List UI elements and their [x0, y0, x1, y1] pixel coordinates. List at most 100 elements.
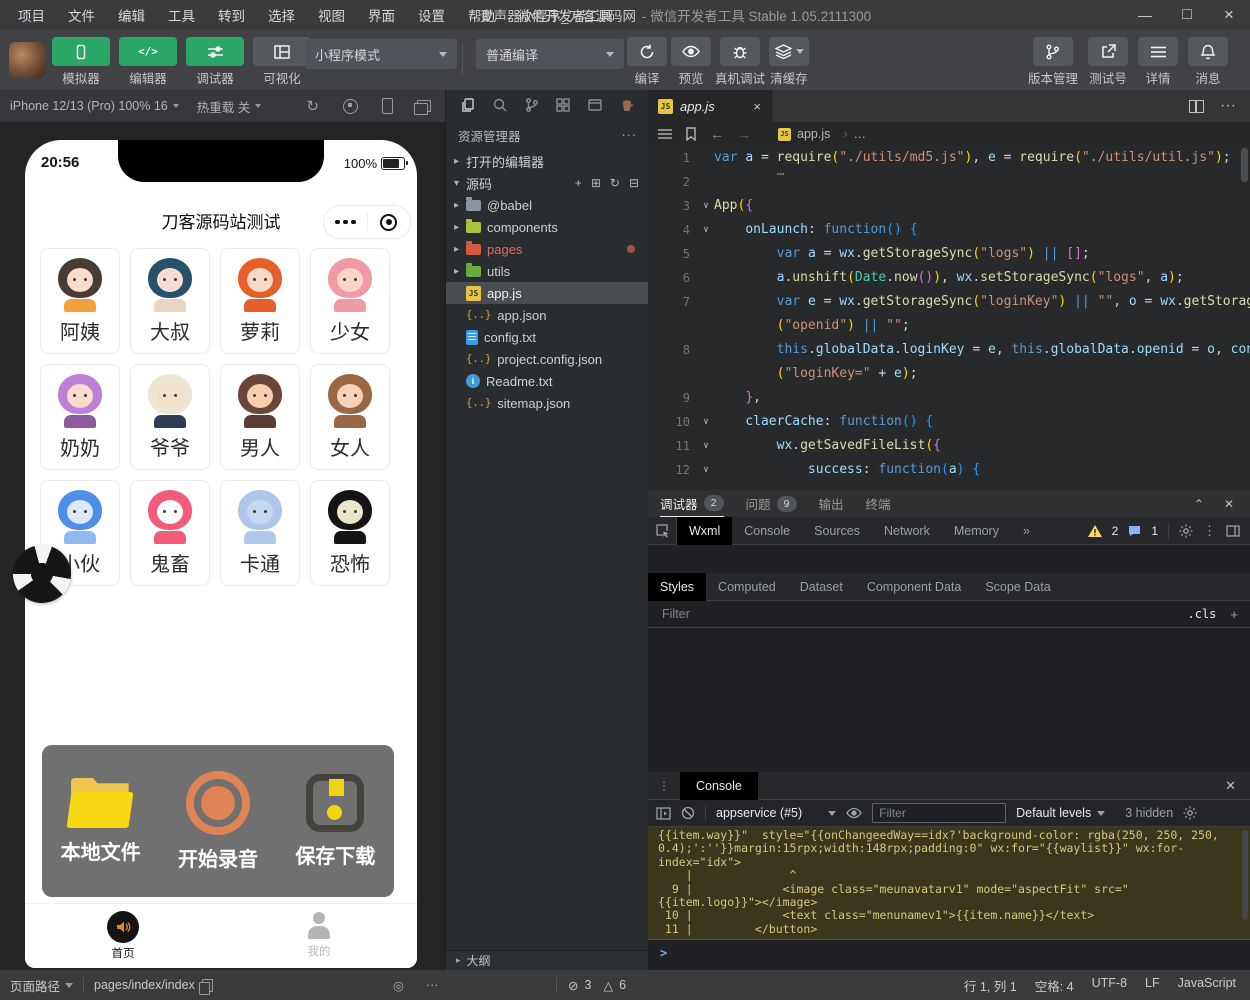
console-prompt[interactable]: >	[648, 940, 1250, 960]
tab-我的[interactable]: 我的	[221, 904, 417, 968]
new-file-icon[interactable]: +	[575, 176, 582, 190]
console-sidebar-icon[interactable]	[656, 806, 671, 820]
search-icon[interactable]	[492, 97, 508, 113]
split-editor-icon[interactable]	[1189, 99, 1205, 113]
mode-select[interactable]: 小程序模式	[305, 39, 457, 69]
source-control-icon[interactable]	[524, 97, 540, 113]
add-style-icon[interactable]: +	[1230, 607, 1238, 622]
compile-select[interactable]: 普通编译	[476, 39, 624, 69]
console-output[interactable]: {{item.way}}" style="{{onChangeedWay==id…	[648, 827, 1250, 970]
voice-card-男人[interactable]: 男人	[220, 364, 300, 470]
multi-window-icon[interactable]	[414, 100, 431, 115]
tree-item-app.json[interactable]: {..} app.json	[446, 304, 649, 326]
eye-icon[interactable]	[846, 807, 862, 819]
voice-card-阿姨[interactable]: 阿姨	[40, 248, 120, 354]
editor-scrollbar[interactable]	[1241, 148, 1248, 182]
rotate-icon[interactable]: ↻	[306, 97, 319, 115]
source-section[interactable]: ▾ 源码 + ⊞ ↻ ⊟	[446, 172, 649, 194]
toolbar-button-详情[interactable]: 详情	[1138, 37, 1178, 87]
voice-card-女人[interactable]: 女人	[310, 364, 390, 470]
toolbar-button-版本管理[interactable]: 版本管理	[1028, 37, 1078, 87]
kebab-menu-icon[interactable]: ⋮	[1203, 523, 1216, 539]
breadcrumb-more[interactable]: …	[854, 127, 867, 141]
close-drawer-icon[interactable]: ✕	[1225, 778, 1250, 794]
panel-tab-调试器[interactable]: 调试器 2	[660, 490, 724, 517]
menu-item-选择[interactable]: 选择	[264, 5, 299, 25]
devtools-tab-Network[interactable]: Network	[872, 517, 942, 545]
tree-item-pages[interactable]: ▸ pages	[446, 238, 649, 260]
copy-icon[interactable]	[198, 978, 213, 995]
devtools-tab-Sources[interactable]: Sources	[802, 517, 872, 545]
toolbar-button-消息[interactable]: 消息	[1188, 37, 1228, 87]
tab-appjs[interactable]: JS app.js ×	[648, 90, 772, 122]
panel-tab-终端[interactable]: 终端	[866, 490, 891, 517]
refresh-icon[interactable]: ↻	[610, 176, 620, 190]
more-dots-icon[interactable]: ···	[426, 978, 439, 992]
outline-section[interactable]: ▸ 大纲	[446, 950, 649, 970]
panel-tab-输出[interactable]: 输出	[819, 490, 844, 517]
devtools-tab-Console[interactable]: Console	[732, 517, 802, 545]
tab-首页[interactable]: 首页	[25, 904, 221, 968]
issue-count[interactable]: 1	[1151, 524, 1158, 538]
devtools-more-tabs[interactable]: »	[1011, 517, 1042, 545]
toolbar-button-可视化[interactable]: 可视化	[253, 37, 311, 87]
device-frame-icon[interactable]	[382, 98, 393, 114]
collapse-all-icon[interactable]: ⊟	[629, 176, 639, 190]
status-item[interactable]: 空格: 4	[1035, 976, 1074, 995]
wxml-tree-area[interactable]	[648, 545, 1250, 573]
hot-reload-toggle[interactable]: 热重载 关	[197, 97, 262, 116]
fold-arrow-icon[interactable]: ∨	[698, 194, 714, 218]
tree-item-sitemap.json[interactable]: {..} sitemap.json	[446, 392, 649, 414]
console-settings-gear-icon[interactable]	[1183, 806, 1197, 820]
js-context-select[interactable]: appservice (#5)	[716, 806, 837, 820]
window-icon[interactable]	[587, 97, 603, 113]
console-scrollbar[interactable]	[1242, 830, 1248, 920]
files-icon[interactable]	[460, 97, 476, 113]
menu-item-工具[interactable]: 工具	[164, 5, 199, 25]
new-folder-icon[interactable]: ⊞	[591, 176, 601, 190]
menu-item-项目[interactable]: 项目	[14, 5, 49, 25]
tree-item-components[interactable]: ▸ components	[446, 216, 649, 238]
log-levels-select[interactable]: Default levels	[1016, 806, 1106, 820]
more-actions-icon[interactable]: ···	[1220, 97, 1236, 115]
tree-item-app.js[interactable]: JS app.js	[446, 282, 649, 304]
styles-tab-Scope Data[interactable]: Scope Data	[973, 573, 1062, 601]
voice-card-鬼畜[interactable]: 鬼畜	[130, 480, 210, 586]
menu-item-视图[interactable]: 视图	[314, 5, 349, 25]
device-select[interactable]: iPhone 12/13 (Pro) 100% 16	[10, 99, 179, 113]
bookmark-icon[interactable]	[685, 127, 697, 141]
code-editor[interactable]: 1 var a = require("./utils/md5.js"), e = …	[648, 146, 1250, 490]
open-editors-section[interactable]: ▸ 打开的编辑器	[446, 150, 649, 172]
close-tab-icon[interactable]: ×	[753, 99, 761, 114]
close-button[interactable]: ×	[1208, 0, 1250, 30]
close-panel-icon[interactable]: ✕	[1224, 497, 1234, 511]
outline-list-icon[interactable]	[658, 128, 672, 140]
warning-count[interactable]: 2	[1112, 524, 1119, 538]
status-item[interactable]: 行 1, 列 1	[964, 976, 1017, 995]
maximize-button[interactable]: □	[1166, 0, 1208, 30]
toolbar-button-模拟器[interactable]: 模拟器	[52, 37, 110, 87]
fold-arrow-icon[interactable]: ∨	[698, 434, 714, 458]
tree-item-@babel[interactable]: ▸ @babel	[446, 194, 649, 216]
gear-icon[interactable]	[1179, 524, 1193, 538]
cls-toggle[interactable]: .cls	[1188, 607, 1217, 621]
collapse-panel-icon[interactable]: ⌃	[1194, 497, 1204, 511]
drag-handle-icon[interactable]: ⋮	[648, 779, 680, 793]
toolbar-button-清缓存[interactable]: 清缓存	[769, 37, 810, 87]
breadcrumb-file[interactable]: app.js	[797, 127, 830, 141]
forward-icon[interactable]: →	[737, 126, 751, 142]
minimize-button[interactable]: —	[1124, 0, 1166, 30]
hidden-messages-count[interactable]: 3 hidden	[1125, 806, 1173, 820]
voice-card-奶奶[interactable]: 奶奶	[40, 364, 120, 470]
more-actions-icon[interactable]: ···	[622, 128, 638, 142]
toolbar-button-编译[interactable]: 编译	[627, 37, 667, 87]
styles-tab-Styles[interactable]: Styles	[648, 572, 707, 601]
devtools-tab-Wxml[interactable]: Wxml	[677, 516, 733, 545]
voice-card-爷爷[interactable]: 爷爷	[130, 364, 210, 470]
problems-summary[interactable]: ⊘ 3 △ 6	[568, 978, 626, 993]
voice-card-卡通[interactable]: 卡通	[220, 480, 300, 586]
fold-arrow-icon[interactable]: ∨	[698, 410, 714, 434]
tree-item-Readme.txt[interactable]: i Readme.txt	[446, 370, 649, 392]
tree-item-config.txt[interactable]: config.txt	[446, 326, 649, 348]
close-minibar-button[interactable]	[368, 213, 411, 231]
